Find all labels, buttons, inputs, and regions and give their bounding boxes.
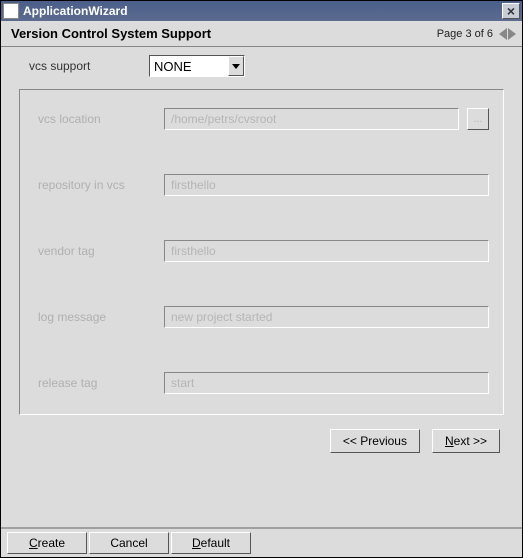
cancel-label: Cancel [110,536,147,550]
vcs-location-row: vcs location /home/petrs/cvsroot ... [34,108,489,130]
default-button[interactable]: Default [171,532,251,554]
header-nav-arrows [499,28,516,40]
wizard-header: Version Control System Support Page 3 of… [1,21,522,47]
wizard-body: vcs support NONE vcs location /home/petr… [1,47,522,527]
repository-label: repository in vcs [34,178,164,192]
vcs-support-value: NONE [150,59,228,74]
default-rest: efault [201,536,230,550]
repository-row: repository in vcs firsthello [34,174,489,196]
page-title: Version Control System Support [11,26,437,41]
next-page-icon[interactable] [508,28,516,40]
browse-button[interactable]: ... [467,108,489,130]
log-message-label: log message [34,310,164,324]
release-tag-label: release tag [34,376,164,390]
vcs-location-label: vcs location [34,112,164,126]
next-button-rest: ext >> [454,434,487,448]
cancel-button[interactable]: Cancel [89,532,169,554]
page-indicator: Page 3 of 6 [437,28,493,40]
create-mnemonic: C [29,536,38,550]
vendor-tag-label: vendor tag [34,244,164,258]
vcs-details-frame: vcs location /home/petrs/cvsroot ... rep… [19,89,504,415]
chevron-down-icon[interactable] [228,56,244,76]
vendor-tag-row: vendor tag firsthello [34,240,489,262]
create-rest: reate [38,536,65,550]
log-message-row: log message new project started [34,306,489,328]
action-bar: Create Cancel Default [1,527,522,557]
app-icon [3,3,19,19]
vcs-location-input[interactable]: /home/petrs/cvsroot [164,108,459,130]
previous-button[interactable]: << Previous [330,429,420,453]
repository-input[interactable]: firsthello [164,174,489,196]
prev-page-icon[interactable] [499,28,507,40]
vcs-support-select[interactable]: NONE [149,55,245,77]
window-title: ApplicationWizard [23,4,502,18]
previous-button-label: << Previous [343,434,407,448]
titlebar: ApplicationWizard × [1,1,522,21]
wizard-nav-buttons: << Previous Next >> [9,421,514,463]
create-button[interactable]: Create [7,532,87,554]
vendor-tag-input[interactable]: firsthello [164,240,489,262]
log-message-input[interactable]: new project started [164,306,489,328]
vcs-support-label: vcs support [9,59,149,73]
release-tag-input[interactable]: start [164,372,489,394]
application-wizard-window: ApplicationWizard × Version Control Syst… [0,0,523,558]
next-button[interactable]: Next >> [432,429,500,453]
default-mnemonic: D [192,536,201,550]
release-tag-row: release tag start [34,372,489,394]
close-icon[interactable]: × [502,3,520,19]
next-button-mnemonic: N [445,434,454,448]
vcs-support-row: vcs support NONE [9,55,514,77]
